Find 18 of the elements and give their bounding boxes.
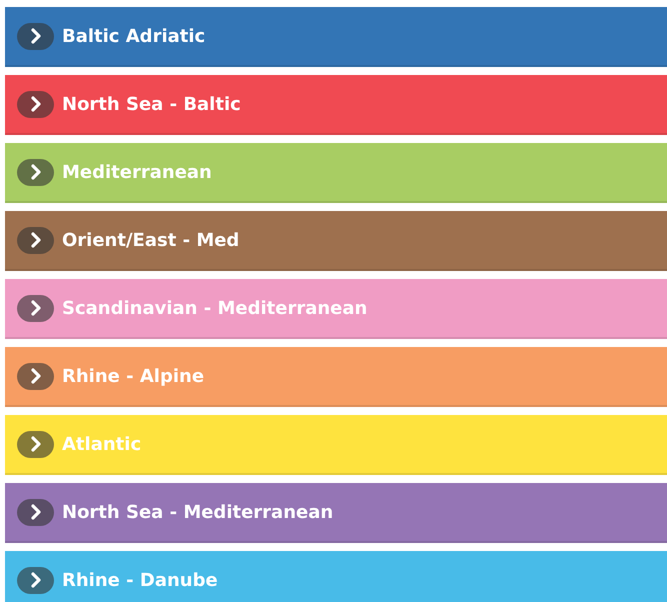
- chevron-right-icon: [17, 430, 54, 458]
- chevron-right-icon: [17, 294, 54, 322]
- chevron-right-icon: [17, 566, 54, 594]
- chevron-right-icon: [17, 362, 54, 390]
- chevron-right-icon: [17, 90, 54, 118]
- chevron-right-icon: [17, 158, 54, 186]
- route-link[interactable]: Scandinavian - Mediterranean: [5, 279, 667, 339]
- route-link[interactable]: Mediterranean: [5, 143, 667, 203]
- chevron-right-icon: [17, 498, 54, 526]
- route-link[interactable]: Rhine - Alpine: [5, 347, 667, 407]
- chevron-right-icon: [17, 226, 54, 254]
- route-link[interactable]: Rhine - Danube: [5, 551, 667, 602]
- route-link[interactable]: Atlantic: [5, 415, 667, 475]
- route-link[interactable]: North Sea - Mediterranean: [5, 483, 667, 543]
- route-link[interactable]: North Sea - Baltic: [5, 75, 667, 135]
- route-link[interactable]: Orient/East - Med: [5, 211, 667, 271]
- route-link[interactable]: Baltic Adriatic: [5, 7, 667, 67]
- chevron-right-icon: [17, 22, 54, 50]
